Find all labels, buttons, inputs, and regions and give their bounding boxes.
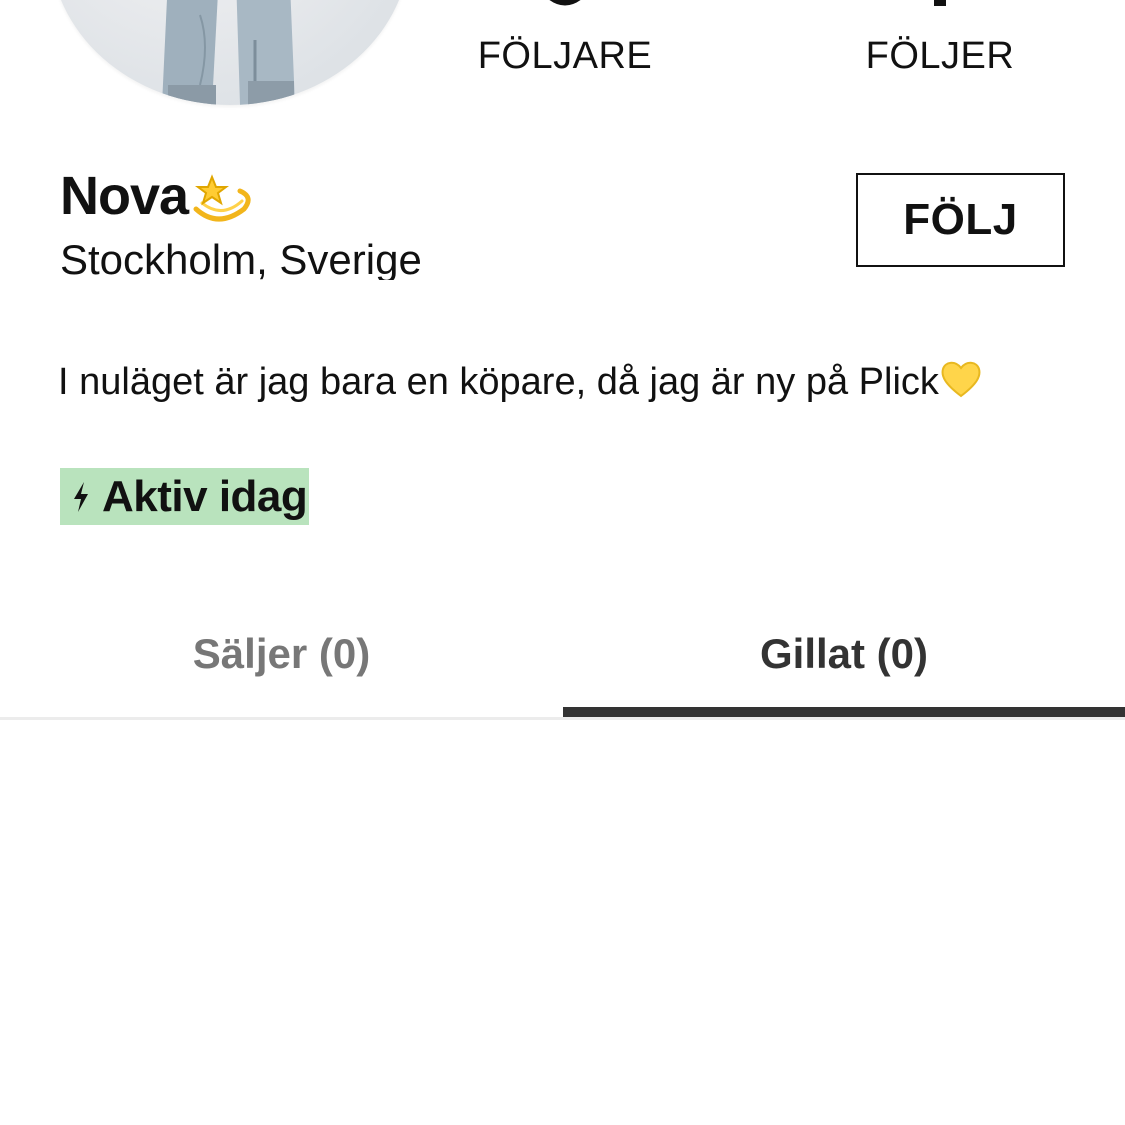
profile-location: Stockholm, Sverige bbox=[60, 236, 422, 280]
following-label: FÖLJER bbox=[865, 35, 1015, 77]
tab-liked[interactable]: Gillat (0) bbox=[563, 590, 1125, 718]
followers-count bbox=[455, 0, 675, 13]
followers-label: FÖLJARE bbox=[477, 35, 653, 77]
dizzy-icon bbox=[193, 174, 251, 222]
profile-page: FÖLJARE FÖLJER Nova Stockholm, Sverige F… bbox=[0, 0, 1125, 1125]
avatar[interactable] bbox=[50, 0, 410, 105]
tab-divider bbox=[0, 717, 1125, 720]
profile-bio: I nuläget är jag bara en köpare, då jag … bbox=[58, 356, 1018, 436]
tab-selling[interactable]: Säljer (0) bbox=[0, 590, 563, 718]
follow-button[interactable]: FÖLJ bbox=[856, 173, 1065, 267]
avatar-photo bbox=[162, 0, 295, 105]
profile-tabs: Säljer (0) Gillat (0) bbox=[0, 590, 1125, 720]
name-row: Nova bbox=[60, 163, 254, 229]
following-stat[interactable]: FÖLJER bbox=[830, 0, 1050, 100]
yellow-heart-icon bbox=[941, 361, 981, 398]
tab-selected-indicator bbox=[563, 707, 1125, 717]
profile-name: Nova bbox=[60, 166, 189, 226]
active-status-text: Aktiv idag bbox=[102, 472, 308, 521]
bio-text: I nuläget är jag bara en köpare, då jag … bbox=[58, 361, 939, 403]
active-status-badge: Aktiv idag bbox=[60, 468, 310, 525]
followers-stat[interactable]: FÖLJARE bbox=[455, 0, 675, 100]
bolt-icon bbox=[74, 481, 88, 512]
following-count bbox=[830, 0, 1050, 13]
